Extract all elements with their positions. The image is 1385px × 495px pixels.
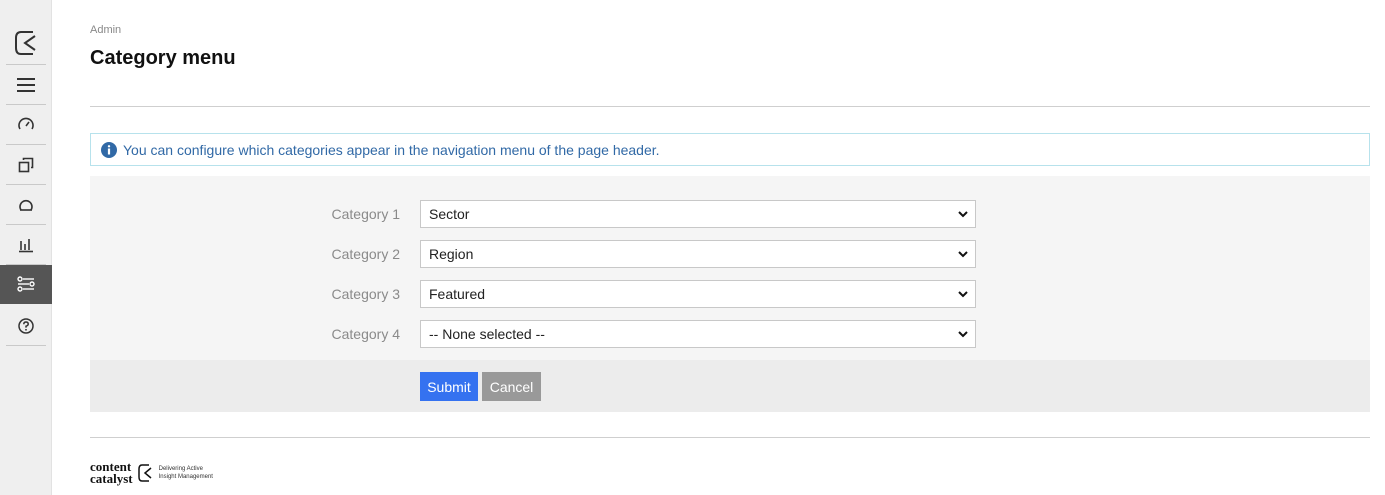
form-row-category-4: Category 4 -- None selected --	[90, 320, 1370, 348]
sidebar-item-analytics[interactable]	[6, 226, 46, 265]
chevron-down-icon	[958, 251, 968, 258]
magnifier-icon	[19, 199, 33, 211]
chevron-down-icon	[958, 211, 968, 218]
category-2-value: Region	[429, 246, 474, 262]
info-alert: You can configure which categories appea…	[90, 133, 1370, 166]
category-3-value: Featured	[429, 286, 486, 302]
sidebar-item-help[interactable]	[6, 307, 46, 346]
breadcrumb[interactable]: Admin	[90, 24, 121, 36]
cancel-button[interactable]: Cancel	[482, 372, 541, 401]
sidebar-item-menu[interactable]	[6, 66, 46, 105]
sidebar-item-search[interactable]	[6, 186, 46, 225]
page-title: Category menu	[90, 47, 236, 69]
category-4-select[interactable]: -- None selected --	[420, 320, 976, 348]
sidebar-logo[interactable]	[6, 22, 46, 65]
category-1-label: Category 1	[331, 206, 400, 222]
footer: content catalyst Delivering Active Insig…	[90, 460, 213, 486]
category-2-select[interactable]: Region	[420, 240, 976, 268]
sidebar-item-dashboard[interactable]	[6, 106, 46, 145]
form-actions: Submit Cancel	[90, 360, 1370, 412]
info-icon	[101, 141, 117, 158]
footer-divider	[90, 437, 1370, 438]
hamburger-menu-icon	[17, 78, 35, 92]
chevron-down-icon	[958, 331, 968, 338]
category-4-value: -- None selected --	[429, 326, 545, 342]
category-1-select[interactable]: Sector	[420, 200, 976, 228]
form-row-category-1: Category 1 Sector	[90, 200, 1370, 228]
category-3-select[interactable]: Featured	[420, 280, 976, 308]
category-1-value: Sector	[429, 206, 470, 222]
form-row-category-3: Category 3 Featured	[90, 280, 1370, 308]
tagline-line-2: Insight Management	[158, 474, 213, 480]
copy-icon	[18, 157, 34, 173]
info-text: You can configure which categories appea…	[123, 141, 660, 158]
speedometer-icon	[18, 117, 34, 130]
brand-line-2: catalyst	[90, 471, 133, 486]
divider	[90, 106, 1370, 107]
chevron-down-icon	[958, 291, 968, 298]
sidebar	[0, 0, 52, 495]
content-catalyst-logo-icon	[137, 463, 153, 483]
bar-chart-icon	[19, 239, 33, 253]
sidebar-item-admin[interactable]	[0, 265, 52, 304]
question-circle-icon	[18, 318, 34, 334]
category-3-label: Category 3	[331, 286, 400, 302]
sidebar-item-content[interactable]	[6, 146, 46, 185]
brand-wordmark: content catalyst	[90, 460, 133, 486]
brand-tagline: Delivering Active Insight Management	[159, 465, 213, 481]
category-4-label: Category 4	[331, 326, 400, 342]
form-row-category-2: Category 2 Region	[90, 240, 1370, 268]
tagline-line-1: Delivering Active	[158, 466, 203, 472]
category-2-label: Category 2	[331, 246, 400, 262]
category-form: Category 1 Sector Category 2 Region Cate…	[90, 176, 1370, 360]
content-catalyst-logo-icon	[15, 31, 36, 55]
submit-button[interactable]: Submit	[420, 372, 478, 401]
sliders-icon	[17, 276, 35, 292]
